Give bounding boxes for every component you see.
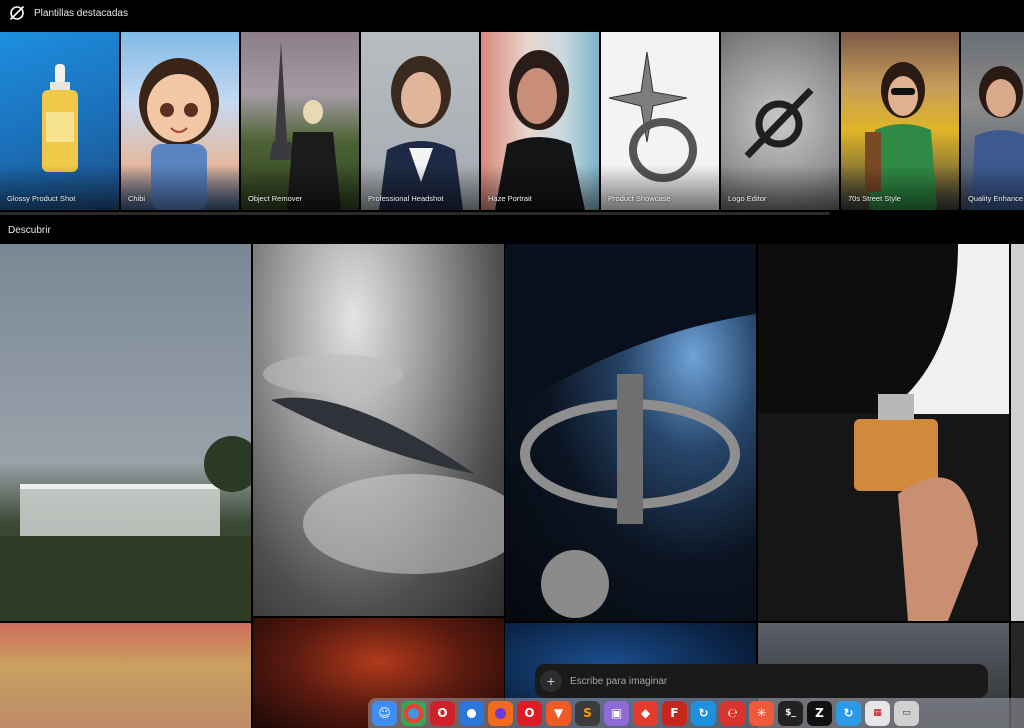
discover-tile-partial[interactable]: [1011, 244, 1024, 621]
headshot-portrait-illustration: [379, 56, 463, 210]
scribble-app-icon[interactable]: ℮: [720, 700, 745, 726]
template-label: Logo Editor: [728, 194, 767, 203]
template-chibi[interactable]: Chibi: [121, 32, 239, 210]
template-product-showcase[interactable]: Product Showcase: [601, 32, 719, 210]
template-haze-portrait[interactable]: Haze Portrait: [481, 32, 599, 210]
sync-alt-icon[interactable]: ↻: [836, 700, 861, 726]
quality-enhance-illustration: [971, 66, 1024, 210]
activity-monitor-icon[interactable]: ▦: [865, 700, 890, 726]
slashed-circle-logo-icon[interactable]: [8, 4, 26, 22]
discover-tile-perfume[interactable]: [758, 244, 1009, 621]
template-glossy-product-shot[interactable]: Glossy Product Shot: [0, 32, 119, 210]
template-quality-enhance[interactable]: Quality Enhance: [961, 32, 1024, 210]
street-style-illustration: [865, 62, 937, 210]
eiffel-tower-scene-illustration: [269, 42, 341, 210]
templates-carousel[interactable]: Glossy Product Shot Chibi Object Remover…: [0, 32, 1024, 210]
opera-icon[interactable]: O: [517, 700, 542, 726]
sync-icon[interactable]: ↻: [691, 700, 716, 726]
template-label: Object Remover: [248, 194, 303, 203]
anydesk-icon[interactable]: ◆: [633, 700, 658, 726]
prompt-bar: +: [535, 664, 988, 698]
templates-scrollbar[interactable]: [0, 212, 830, 215]
space-station-illustration: [505, 244, 756, 618]
discover-title: Descubrir: [8, 225, 51, 236]
preview-icon[interactable]: ▣: [604, 700, 629, 726]
template-label: Product Showcase: [608, 194, 671, 203]
discover-tile-space-station[interactable]: [505, 244, 756, 621]
sublime-text-icon[interactable]: S: [575, 700, 600, 726]
template-professional-headshot[interactable]: Professional Headshot: [361, 32, 479, 210]
template-label: Professional Headshot: [368, 194, 444, 203]
chrome-icon[interactable]: [401, 700, 426, 726]
firefox-icon[interactable]: [488, 700, 513, 726]
burst-app-icon[interactable]: ✳: [749, 700, 774, 726]
chibi-character-illustration: [139, 58, 219, 210]
device-icon[interactable]: ▭: [894, 700, 919, 726]
glass-house-illustration: [0, 436, 251, 621]
serum-bottle-illustration: [42, 64, 78, 172]
template-label: Glossy Product Shot: [7, 194, 76, 203]
opera-gx-icon[interactable]: O: [430, 700, 455, 726]
spaceship-clouds-illustration: [263, 354, 504, 574]
star-ring-illustration: [608, 51, 697, 182]
finder-icon[interactable]: ☺: [372, 700, 397, 726]
header: Plantillas destacadas: [0, 0, 1024, 26]
template-object-remover[interactable]: Object Remover: [241, 32, 359, 210]
haze-portrait-illustration: [495, 50, 585, 210]
filezilla-icon[interactable]: F: [662, 700, 687, 726]
terminal-icon[interactable]: $_: [778, 700, 803, 726]
template-70s-street-style[interactable]: 70s Street Style: [841, 32, 959, 210]
featured-templates-title: Plantillas destacadas: [34, 7, 128, 19]
template-logo-editor[interactable]: Logo Editor: [721, 32, 839, 210]
template-label: Haze Portrait: [488, 194, 532, 203]
discover-grid: [0, 244, 1024, 728]
z-app-icon[interactable]: Z: [807, 700, 832, 726]
discover-tile-spaceship-clouds[interactable]: [253, 244, 504, 616]
perfume-portrait-illustration: [758, 244, 1009, 621]
discover-tile-glass-house[interactable]: [0, 244, 251, 621]
dock: ☺ O O ▼ S ▣ ◆ F ↻ ℮ ✳ $_ Z ↻ ▦ ▭: [368, 698, 1024, 728]
plus-icon[interactable]: +: [540, 670, 562, 692]
template-label: Quality Enhance: [968, 194, 1024, 203]
discover-tile-gradient[interactable]: [0, 623, 251, 728]
chromium-icon[interactable]: [459, 700, 484, 726]
brave-icon[interactable]: ▼: [546, 700, 571, 726]
template-label: 70s Street Style: [848, 194, 901, 203]
prompt-input[interactable]: [570, 675, 950, 687]
template-label: Chibi: [128, 194, 146, 203]
logo-3d-illustration: [744, 87, 814, 159]
